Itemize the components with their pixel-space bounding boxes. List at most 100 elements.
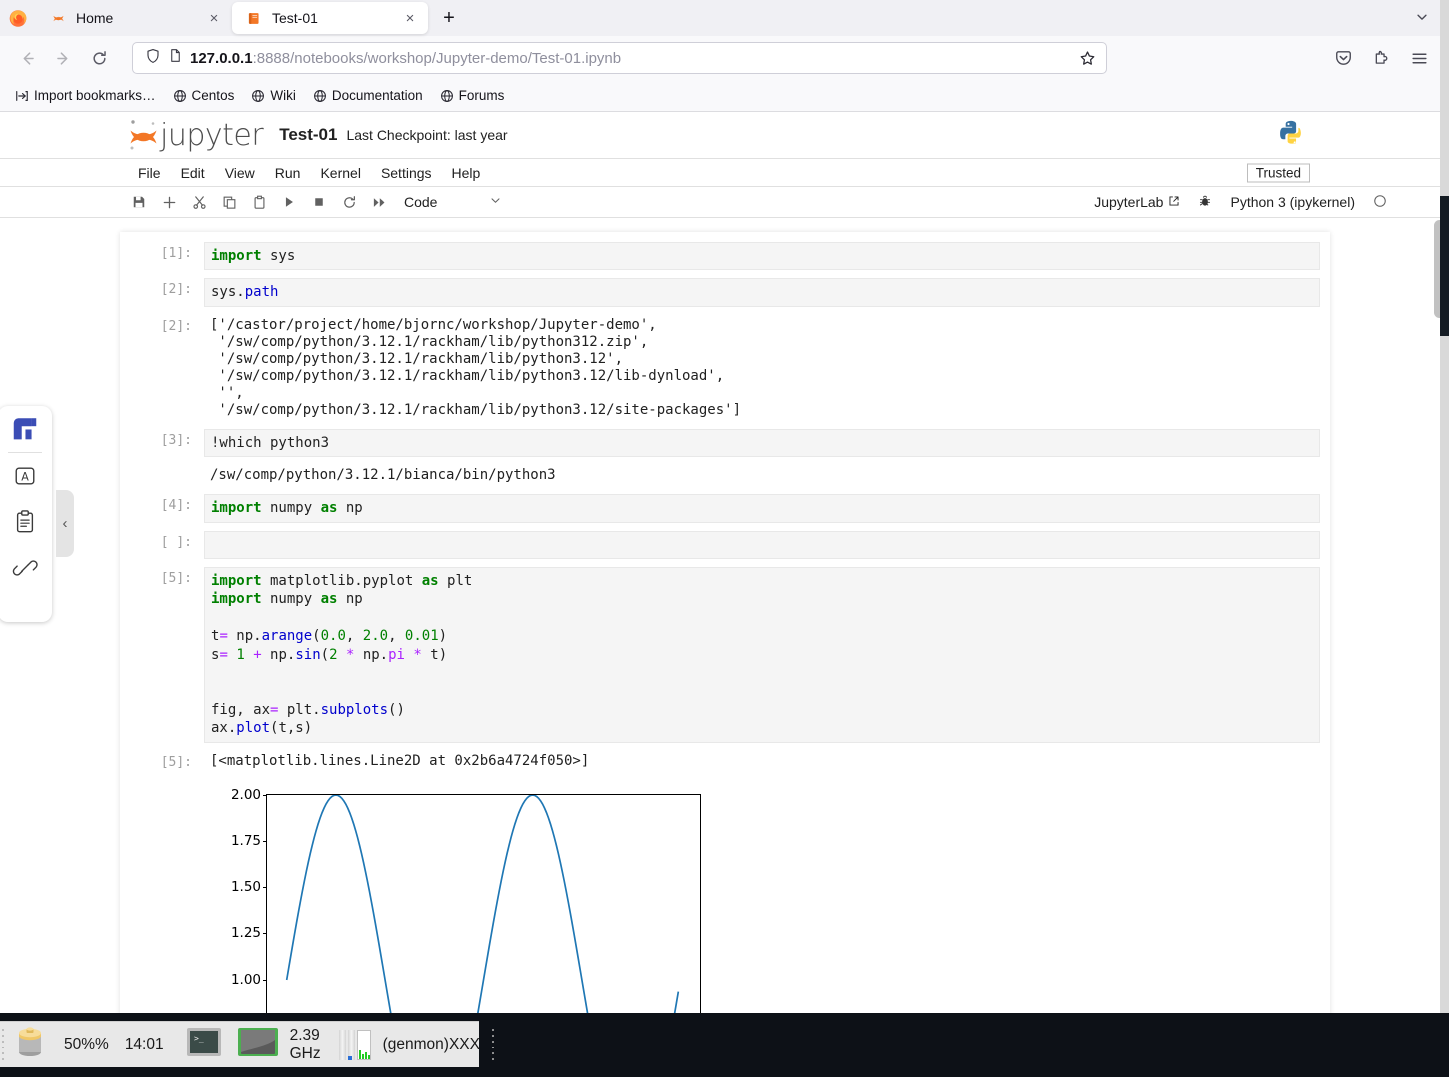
system-monitor-widget[interactable] (339, 1030, 371, 1060)
play-icon[interactable] (274, 189, 304, 215)
jupyterlab-link[interactable]: JupyterLab (1094, 194, 1180, 210)
chevron-down-icon[interactable] (1409, 4, 1435, 30)
output-prompt: [2]: (120, 315, 204, 334)
y-tick-mark (263, 887, 267, 888)
restart-icon[interactable] (334, 189, 364, 215)
extension-sidebar-panel: A (0, 406, 52, 622)
cpu-icon[interactable] (236, 1026, 280, 1063)
y-tick-label: 1.50 (231, 879, 261, 895)
bookmark-label: Forums (459, 88, 505, 103)
panel-grip[interactable] (0, 1028, 4, 1062)
figure-output: 2.001.751.501.251.00 (120, 776, 1330, 1013)
menu-edit[interactable]: Edit (171, 165, 215, 181)
jupyter-toolbar: Code JupyterLab Python 3 (ipykernel) (0, 187, 1449, 218)
star-icon[interactable] (1074, 45, 1100, 71)
cell-input[interactable]: import numpy as np (204, 494, 1320, 522)
notebook-page: jupyter Test-01 Last Checkpoint: last ye… (0, 112, 1449, 1013)
notebook-panel: [1]: import sys [2]: sys.path [2]: ['/ca… (120, 232, 1330, 1013)
checkpoint-label: Last Checkpoint: last year (346, 127, 507, 143)
globe-icon (313, 89, 327, 103)
bookmark-import[interactable]: Import bookmarks… (8, 85, 163, 106)
cpu-frequency: 2.39 GHz (290, 1027, 321, 1063)
bookmark-centos[interactable]: Centos (166, 85, 242, 106)
bookmark-label: Documentation (332, 88, 423, 103)
bookmark-label: Wiki (270, 88, 296, 103)
page-title: Test-01 (279, 125, 337, 145)
extension-logo-icon[interactable] (0, 406, 52, 452)
hamburger-menu-icon[interactable] (1405, 42, 1433, 74)
bookmark-wiki[interactable]: Wiki (244, 85, 303, 106)
close-icon[interactable]: × (400, 8, 420, 28)
clipboard-icon[interactable] (244, 189, 274, 215)
menu-view[interactable]: View (215, 165, 265, 181)
cell-input[interactable]: !which python3 (204, 429, 1320, 457)
cell-4[interactable]: [4]: import numpy as np (120, 490, 1330, 526)
back-icon[interactable] (10, 42, 44, 74)
cell-empty[interactable]: [ ]: (120, 527, 1330, 563)
extensions-icon[interactable] (1367, 42, 1395, 74)
forward-icon[interactable] (46, 42, 80, 74)
reload-icon[interactable] (82, 42, 116, 74)
svg-text:>_: >_ (194, 1034, 204, 1043)
panel-grip-right[interactable] (490, 1028, 494, 1062)
kernel-name[interactable]: Python 3 (ipykernel) (1230, 194, 1355, 210)
cell-5[interactable]: [5]: import matplotlib.pyplot as plt imp… (120, 563, 1330, 747)
text-tool-icon[interactable]: A (0, 453, 52, 499)
y-tick-mark (263, 795, 267, 796)
battery-percent: 50%% (64, 1036, 109, 1054)
sidebar-collapse-button[interactable]: ‹ (56, 490, 74, 557)
menu-file[interactable]: File (128, 165, 171, 181)
close-icon[interactable]: × (204, 8, 224, 28)
bookmark-forums[interactable]: Forums (433, 85, 512, 106)
new-tab-button[interactable]: + (434, 3, 464, 33)
tab-test-01[interactable]: Test-01 × (232, 2, 428, 34)
status-badge[interactable]: Trusted (1247, 163, 1310, 182)
jupyter-menu-bar: File Edit View Run Kernel Settings Help … (0, 158, 1449, 187)
bookmark-documentation[interactable]: Documentation (306, 85, 430, 106)
clipboard-icon[interactable] (0, 499, 52, 545)
cell-3[interactable]: [3]: !which python3 (120, 425, 1330, 461)
cell-input[interactable] (204, 531, 1320, 559)
cell-type-value: Code (404, 194, 437, 210)
svg-text:A: A (21, 471, 29, 484)
globe-icon (440, 89, 454, 103)
url-path: :8888/notebooks/workshop/Jupyter-demo/Te… (253, 50, 622, 67)
menu-settings[interactable]: Settings (371, 165, 442, 181)
clock[interactable]: 14:01 (125, 1036, 164, 1054)
cell-type-select[interactable]: Code (404, 194, 502, 210)
jupyter-logo[interactable]: jupyter (126, 116, 263, 154)
shield-icon[interactable] (145, 48, 161, 69)
copy-icon[interactable] (214, 189, 244, 215)
cell-1[interactable]: [1]: import sys (120, 238, 1330, 274)
save-button[interactable] (124, 189, 154, 215)
fast-forward-icon[interactable] (364, 189, 394, 215)
battery-icon[interactable] (14, 1025, 46, 1064)
notebook-icon (246, 10, 263, 27)
cell-prompt: [3]: (120, 429, 204, 448)
cell-2[interactable]: [2]: sys.path (120, 274, 1330, 310)
url-bar[interactable]: 127.0.0.1:8888/notebooks/workshop/Jupyte… (132, 42, 1107, 74)
page-icon (168, 48, 183, 68)
scissors-icon[interactable] (184, 189, 214, 215)
y-tick-label: 1.00 (231, 972, 261, 988)
menu-kernel[interactable]: Kernel (310, 165, 370, 181)
url-host: 127.0.0.1 (190, 50, 253, 67)
tab-home[interactable]: Home × (36, 2, 232, 34)
insert-cell-button[interactable] (154, 189, 184, 215)
menu-run[interactable]: Run (265, 165, 311, 181)
terminal-icon[interactable]: >_ (186, 1027, 222, 1062)
pocket-icon[interactable] (1329, 42, 1357, 74)
bug-icon[interactable] (1198, 194, 1212, 211)
kernel-status-indicator[interactable] (1373, 194, 1387, 211)
cell-input[interactable]: import sys (204, 242, 1320, 270)
url-text[interactable]: 127.0.0.1:8888/notebooks/workshop/Jupyte… (190, 50, 1067, 67)
cell-input[interactable]: import matplotlib.pyplot as plt import n… (204, 567, 1320, 743)
cell-input[interactable]: sys.path (204, 278, 1320, 306)
broken-link-icon[interactable] (0, 545, 52, 591)
stop-square-icon[interactable] (304, 189, 334, 215)
menu-help[interactable]: Help (442, 165, 491, 181)
globe-icon (173, 89, 187, 103)
cell-output: ['/castor/project/home/bjornc/workshop/J… (204, 315, 1330, 421)
notebook-scroll-area[interactable]: [1]: import sys [2]: sys.path [2]: ['/ca… (0, 218, 1449, 1012)
chevron-down-icon (489, 194, 502, 210)
